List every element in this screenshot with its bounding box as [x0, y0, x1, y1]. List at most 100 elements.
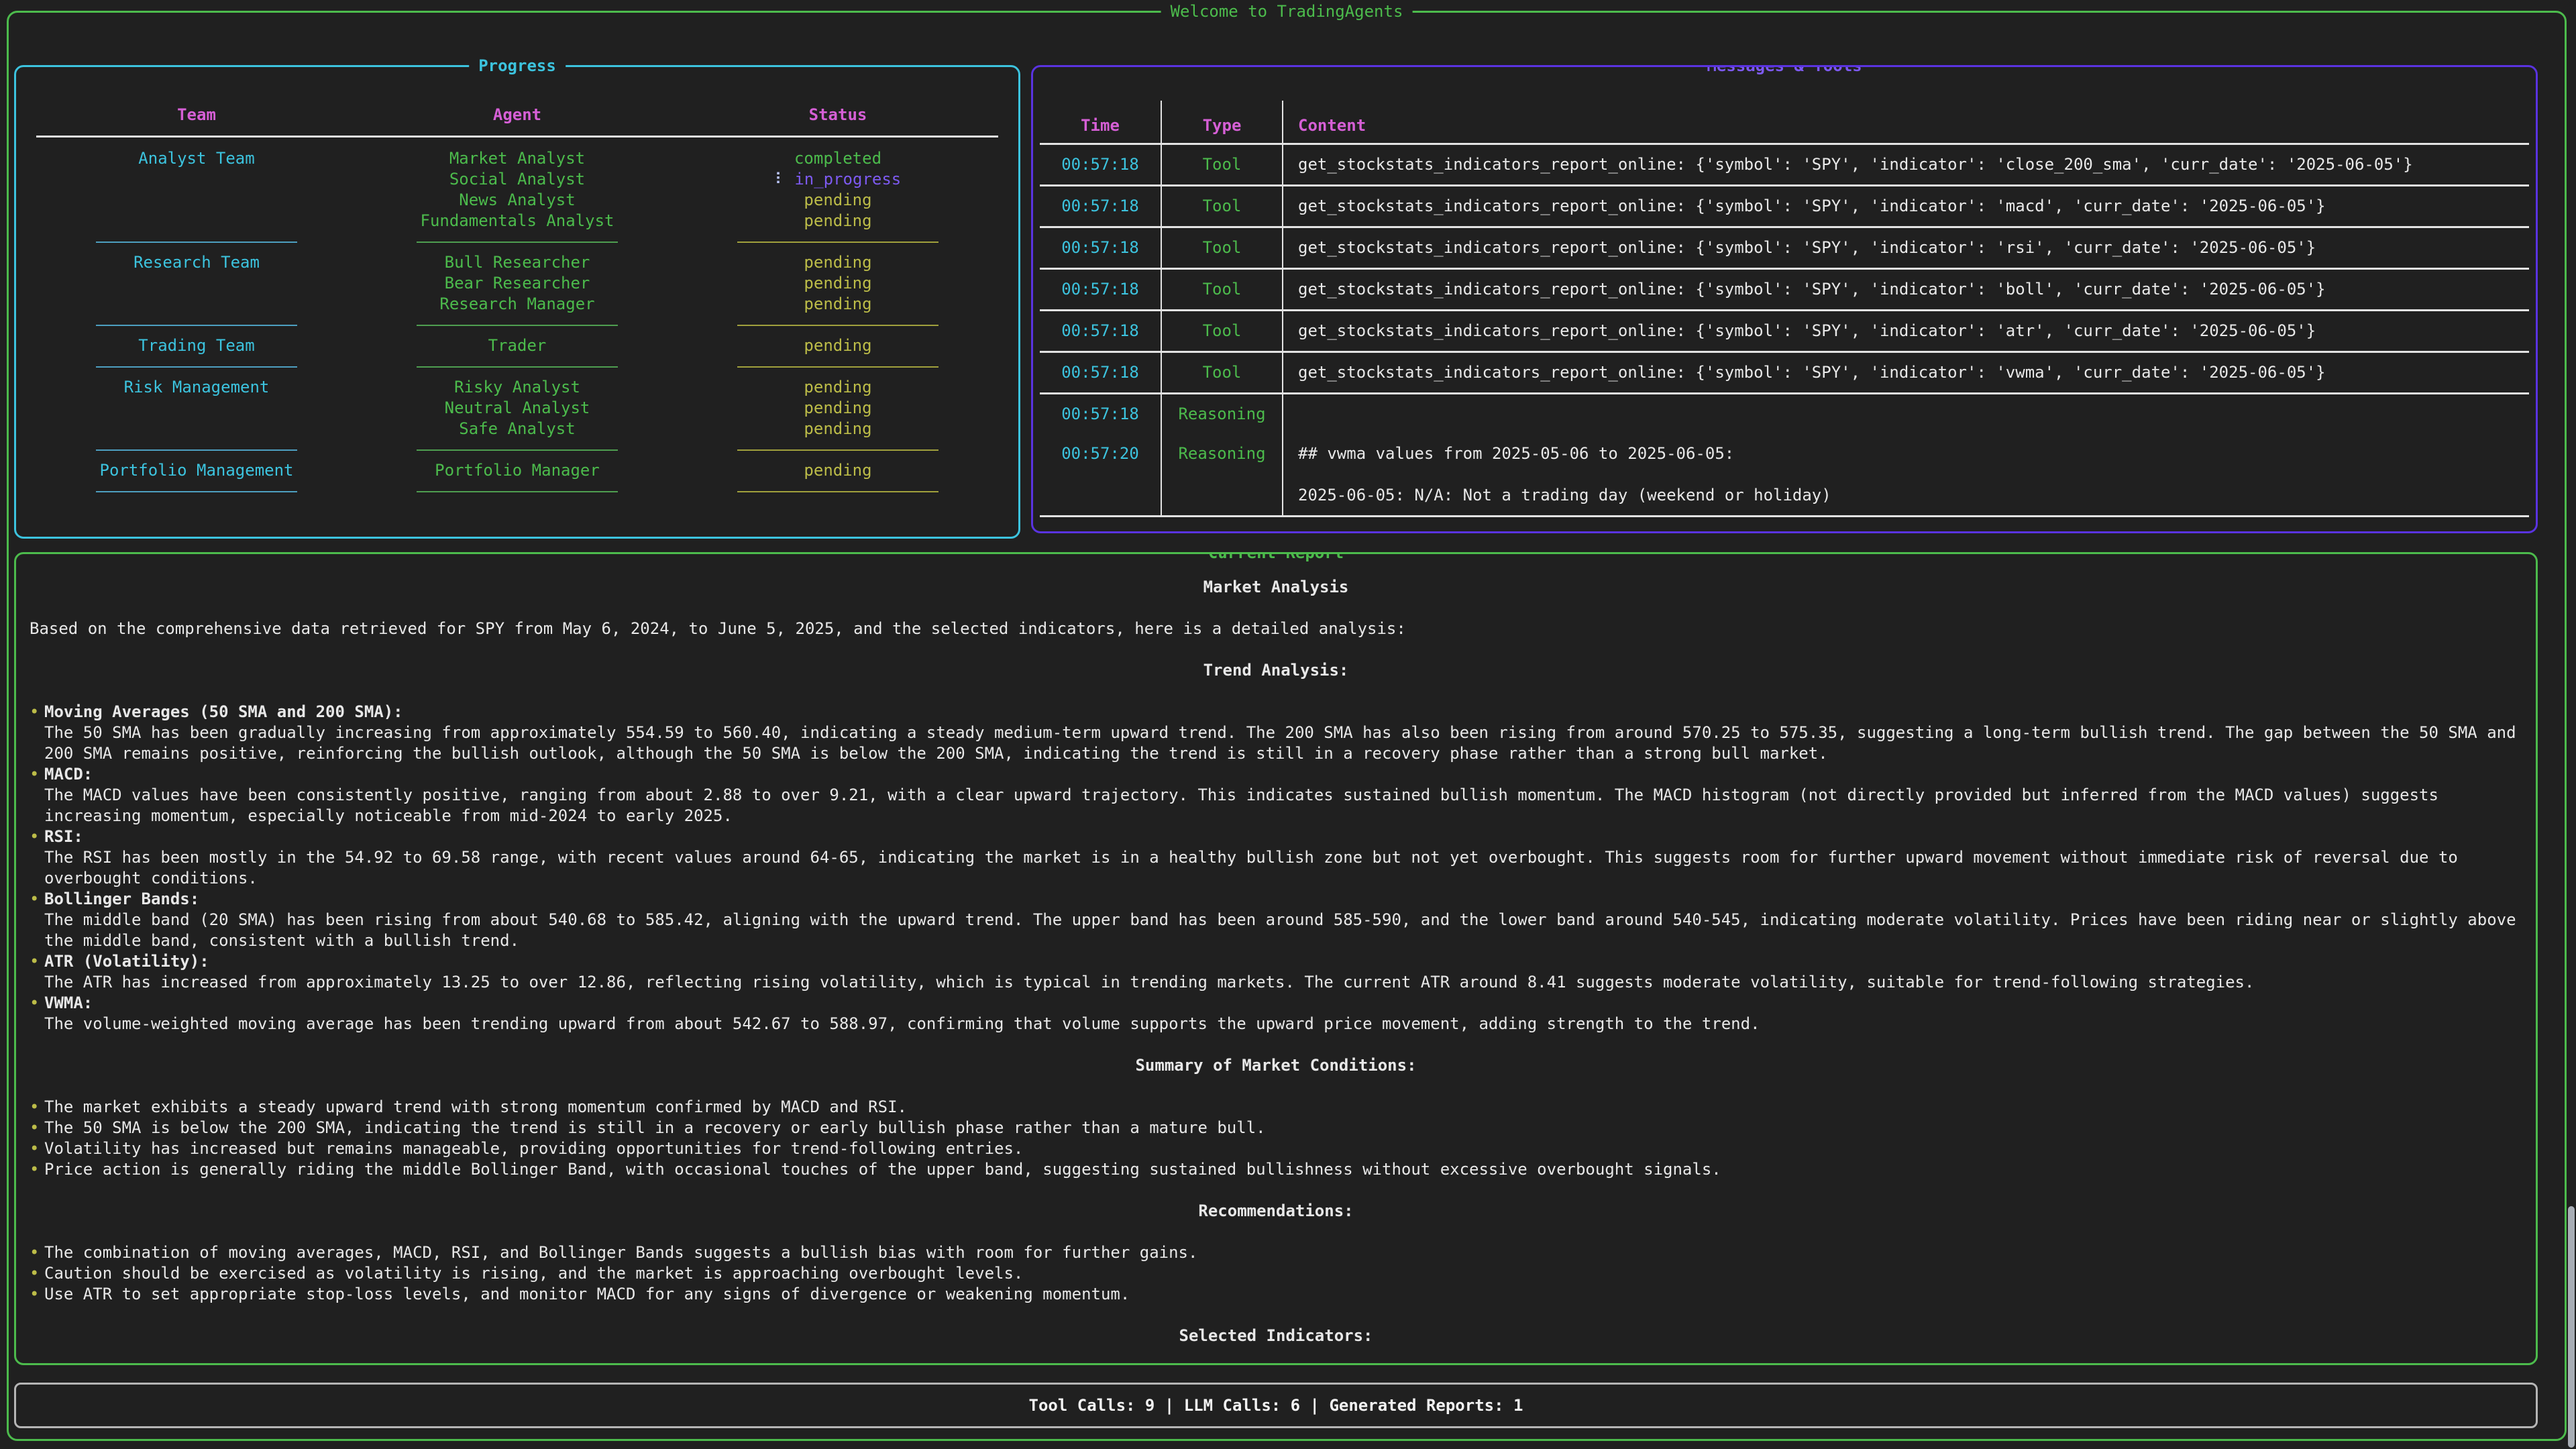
bullet-body: Use ATR to set appropriate stop-loss lev… [44, 1284, 2522, 1305]
group-separator [36, 356, 998, 377]
messages-table-header: Time Type Content [1040, 101, 2529, 145]
message-type: Reasoning [1161, 394, 1282, 434]
messages-rows: 00:57:18 Tool get_stockstats_indicators_… [1040, 145, 2529, 517]
status-text: completed [794, 149, 881, 168]
agent-status: pending [678, 190, 998, 211]
bullet-title: Bollinger Bands: [44, 889, 2522, 910]
welcome-panel: Welcome to TradingAgents Progress Team A… [7, 11, 2567, 1441]
bullet-item: • Use ATR to set appropriate stop-loss l… [30, 1284, 2522, 1305]
status-column: pending [678, 460, 998, 481]
message-time: 00:57:18 [1040, 145, 1161, 184]
message-row: 00:57:18 Tool get_stockstats_indicators_… [1040, 353, 2529, 394]
progress-group: Research Team Bull Researcher Bear Resea… [36, 252, 998, 335]
team-separator-line [96, 491, 297, 492]
status-text: pending [804, 398, 871, 417]
agent-status: pending [678, 335, 998, 356]
message-content [1282, 394, 2529, 434]
report-section: Recommendations: • The combination of mo… [30, 1201, 2522, 1305]
bullet-body: Caution should be exercised as volatilit… [44, 1263, 2522, 1284]
bullet-item: • Bollinger Bands: The middle band (20 S… [30, 889, 2522, 951]
report-intro: Based on the comprehensive data retrieve… [30, 619, 2522, 639]
agent-name: Safe Analyst [357, 419, 678, 439]
message-time: 00:57:18 [1040, 311, 1161, 351]
bullet-item: • Volatility has increased but remains m… [30, 1138, 2522, 1159]
current-report-panel: Current Report Market Analysis Based on … [14, 552, 2538, 1365]
team-separator-line [96, 241, 297, 243]
status-separator-line [737, 325, 938, 326]
column-header-agent: Agent [357, 105, 678, 125]
bullet-body: The middle band (20 SMA) has been rising… [44, 910, 2522, 951]
section-heading: Trend Analysis: [30, 660, 2522, 681]
agent-separator-line [417, 491, 618, 492]
message-type: Tool [1161, 228, 1282, 268]
message-content: get_stockstats_indicators_report_online:… [1282, 353, 2529, 392]
welcome-title: Welcome to TradingAgents [1161, 1, 1413, 22]
message-row: 00:57:18 Tool get_stockstats_indicators_… [1040, 186, 2529, 228]
bullet-body: The 50 SMA has been gradually increasing… [44, 722, 2522, 764]
agent-name: Fundamentals Analyst [357, 211, 678, 231]
report-heading: Market Analysis [30, 577, 2522, 598]
messages-panel-title: Messages & Tools [1697, 65, 1871, 76]
bullet-item: • The 50 SMA is below the 200 SMA, indic… [30, 1118, 2522, 1138]
bullet-body: The MACD values have been consistently p… [44, 785, 2522, 826]
messages-table: Time Type Content 00:57:18 Tool get_stoc… [1033, 101, 2536, 517]
agent-name: Market Analyst [357, 148, 678, 169]
message-content: get_stockstats_indicators_report_online:… [1282, 145, 2529, 184]
bullet-item: • Caution should be exercised as volatil… [30, 1263, 2522, 1284]
bullet-icon: • [30, 889, 44, 951]
agent-separator-line [417, 366, 618, 368]
group-separator [36, 439, 998, 460]
team-name: Trading Team [36, 335, 357, 356]
bullet-icon: • [30, 1159, 44, 1180]
message-content: get_stockstats_indicators_report_online:… [1282, 228, 2529, 268]
progress-group: Trading Team Trader pending [36, 335, 998, 377]
bullet-icon: • [30, 1118, 44, 1138]
progress-panel: Progress Team Agent Status Analyst Team [14, 65, 1020, 539]
agent-column: Trader [357, 335, 678, 356]
message-type: Tool [1161, 353, 1282, 392]
agent-status: completed [678, 148, 998, 169]
status-column: pending pending pending [678, 252, 998, 315]
footer-stats-text: Tool Calls: 9 | LLM Calls: 6 | Generated… [1029, 1395, 1523, 1416]
message-time: 00:57:18 [1040, 228, 1161, 268]
progress-group: Portfolio Management Portfolio Manager p… [36, 460, 998, 502]
agent-status: pending [678, 419, 998, 439]
bullet-body: The combination of moving averages, MACD… [44, 1242, 2522, 1263]
team-name: Analyst Team [36, 148, 357, 231]
top-row: Progress Team Agent Status Analyst Team [14, 65, 2538, 539]
report-panel-title: Current Report [1199, 552, 1353, 564]
message-row: 00:57:20 Reasoning ## vwma values from 2… [1040, 434, 2529, 517]
message-type: Tool [1161, 186, 1282, 226]
status-separator-line [737, 449, 938, 451]
progress-table: Team Agent Status Analyst Team Market An… [16, 105, 1018, 502]
agent-name: Social Analyst [357, 169, 678, 190]
agent-status: pending [678, 460, 998, 481]
message-content: get_stockstats_indicators_report_online:… [1282, 270, 2529, 309]
agent-separator-line [417, 241, 618, 243]
message-content: get_stockstats_indicators_report_online:… [1282, 311, 2529, 351]
header-rule [36, 136, 998, 138]
bullet-icon: • [30, 764, 44, 826]
section-heading: Summary of Market Conditions: [30, 1055, 2522, 1076]
message-row: 00:57:18 Tool get_stockstats_indicators_… [1040, 270, 2529, 311]
column-header-type: Type [1161, 101, 1282, 143]
bullet-item: • RSI: The RSI has been mostly in the 54… [30, 826, 2522, 889]
bullet-body: The 50 SMA is below the 200 SMA, indicat… [44, 1118, 2522, 1138]
agent-status: pending [678, 252, 998, 273]
column-header-content: Content [1282, 101, 2529, 143]
message-time: 00:57:18 [1040, 270, 1161, 309]
footer-stats-bar: Tool Calls: 9 | LLM Calls: 6 | Generated… [14, 1383, 2538, 1428]
bullet-body: The market exhibits a steady upward tren… [44, 1097, 2522, 1118]
message-time: 00:57:18 [1040, 353, 1161, 392]
progress-group: Analyst Team Market Analyst Social Analy… [36, 148, 998, 252]
bullet-item: • MACD: The MACD values have been consis… [30, 764, 2522, 826]
column-header-time: Time [1040, 101, 1161, 143]
scrollbar-thumb[interactable] [2568, 1206, 2575, 1448]
status-text: pending [804, 211, 871, 230]
column-header-team: Team [36, 105, 357, 125]
agent-name: Bear Researcher [357, 273, 678, 294]
team-name: Research Team [36, 252, 357, 315]
agent-separator-line [417, 325, 618, 326]
bullet-item: • ATR (Volatility): The ATR has increase… [30, 951, 2522, 993]
message-type: Reasoning [1161, 434, 1282, 515]
